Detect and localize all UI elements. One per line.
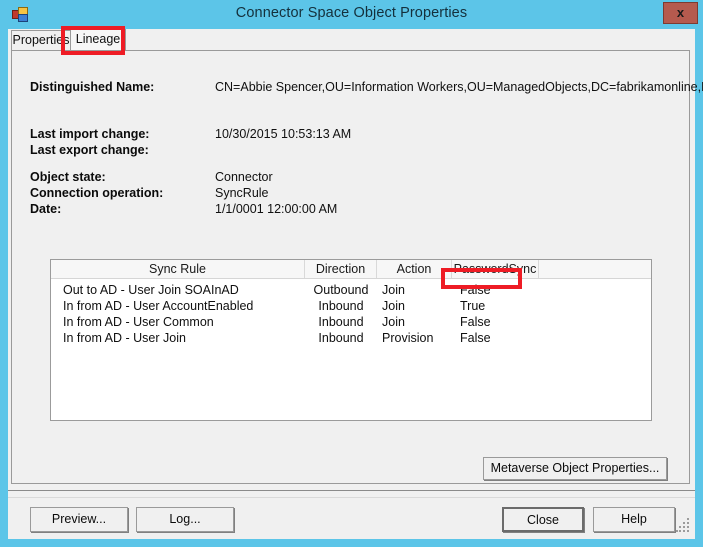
cell-password-sync: True	[460, 299, 486, 313]
tab-properties[interactable]: Properties	[11, 30, 71, 51]
value-date: 1/1/0001 12:00:00 AM	[215, 202, 338, 216]
sync-rules-list[interactable]: Sync Rule Direction Action PasswordSync …	[50, 259, 652, 421]
table-row[interactable]: In from AD - User Common Inbound Join Fa…	[51, 314, 651, 330]
cell-action: Provision	[382, 331, 434, 345]
column-header-sync-rule[interactable]: Sync Rule	[51, 260, 305, 278]
column-header-password-sync[interactable]: PasswordSync	[452, 260, 539, 278]
cell-direction: Inbound	[318, 331, 364, 345]
list-header-row: Sync Rule Direction Action PasswordSync	[51, 260, 651, 279]
cell-sync-rule: In from AD - User AccountEnabled	[63, 299, 254, 313]
label-last-import-change: Last import change:	[30, 127, 150, 141]
tab-lineage[interactable]: Lineage	[70, 29, 126, 51]
cell-password-sync: False	[460, 331, 491, 345]
cell-direction: Inbound	[318, 315, 364, 329]
metaverse-object-properties-button[interactable]: Metaverse Object Properties...	[483, 457, 667, 480]
cell-action: Join	[382, 283, 405, 297]
cell-direction: Inbound	[318, 299, 364, 313]
cell-sync-rule: In from AD - User Common	[63, 315, 214, 329]
close-window-button[interactable]: x	[663, 2, 698, 24]
cell-action: Join	[382, 315, 405, 329]
label-object-state: Object state:	[30, 170, 106, 184]
label-distinguished-name: Distinguished Name:	[30, 80, 155, 94]
table-row[interactable]: In from AD - User Join Inbound Provision…	[51, 330, 651, 346]
cell-password-sync: False	[460, 315, 491, 329]
tab-page-lineage: Distinguished Name: CN=Abbie Spencer,OU=…	[11, 50, 703, 484]
value-object-state: Connector	[215, 170, 273, 184]
column-header-spacer[interactable]	[539, 260, 651, 278]
cell-action: Join	[382, 299, 405, 313]
label-connection-operation: Connection operation:	[30, 186, 164, 200]
resize-grip[interactable]	[676, 518, 691, 533]
label-last-export-change: Last export change:	[30, 143, 149, 157]
preview-button[interactable]: Preview...	[30, 507, 128, 532]
client-area: Properties Lineage Distinguished Name: C…	[8, 29, 703, 539]
footer-separator-bottom	[8, 497, 695, 498]
cell-password-sync: False	[460, 283, 491, 297]
cell-sync-rule: In from AD - User Join	[63, 331, 186, 345]
value-connection-operation: SyncRule	[215, 186, 269, 200]
cell-sync-rule: Out to AD - User Join SOAInAD	[63, 283, 239, 297]
column-header-action[interactable]: Action	[377, 260, 452, 278]
value-distinguished-name: CN=Abbie Spencer,OU=Information Workers,…	[215, 80, 703, 94]
table-row[interactable]: In from AD - User AccountEnabled Inbound…	[51, 298, 651, 314]
value-last-import-change: 10/30/2015 10:53:13 AM	[215, 127, 352, 141]
cell-direction: Outbound	[313, 283, 369, 297]
window-title: Connector Space Object Properties	[235, 5, 468, 21]
footer-separator-top	[8, 490, 695, 491]
close-button[interactable]: Close	[502, 507, 584, 532]
tab-strip: Properties Lineage	[8, 29, 695, 51]
column-header-direction[interactable]: Direction	[305, 260, 377, 278]
dialog-window: Connector Space Object Properties x Prop…	[0, 0, 703, 547]
log-button[interactable]: Log...	[136, 507, 234, 532]
table-row[interactable]: Out to AD - User Join SOAInAD Outbound J…	[51, 282, 651, 298]
label-date: Date:	[30, 202, 62, 216]
help-button[interactable]: Help	[593, 507, 675, 532]
title-bar[interactable]: Connector Space Object Properties x	[0, 0, 703, 29]
